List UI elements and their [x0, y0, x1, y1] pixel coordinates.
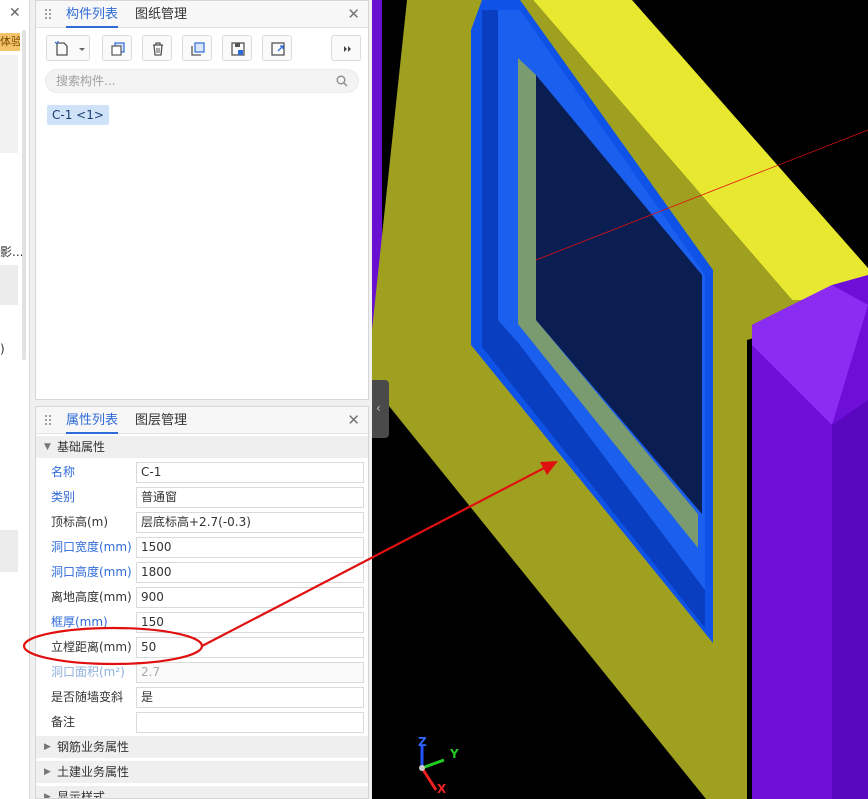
property-value-field[interactable]: 普通窗	[136, 487, 364, 508]
property-name: 备注	[51, 715, 76, 729]
component-toolbar	[46, 35, 361, 63]
property-row: 备注	[36, 710, 368, 735]
property-name: 类别	[51, 490, 76, 504]
3d-viewport[interactable]: Z Y X	[372, 0, 868, 799]
property-name: 顶标高(m)	[51, 515, 109, 529]
axis-z-label: Z	[418, 735, 427, 749]
trial-badge: 体验	[0, 33, 20, 51]
new-component-button[interactable]	[46, 35, 90, 61]
axis-x-label: X	[437, 782, 447, 796]
property-name: 名称	[51, 465, 76, 479]
property-value-field[interactable]: 1800	[136, 562, 364, 583]
duplicate-icon	[191, 42, 205, 56]
axis-y-label: Y	[450, 747, 459, 761]
left-list-item[interactable]	[0, 265, 18, 305]
property-name: 立樘距离(mm)	[51, 640, 132, 654]
chevron-down-icon	[79, 48, 85, 51]
truncated-label-2: )	[0, 342, 5, 356]
caret-right-icon: ▶	[44, 767, 51, 777]
tab-property-list[interactable]: 属性列表	[66, 407, 119, 434]
section-rebar-properties[interactable]: ▶ 钢筋业务属性	[36, 736, 368, 758]
property-value-field[interactable]: 1500	[136, 537, 364, 558]
property-panel-tabbar: 属性列表 图层管理 ✕	[36, 407, 368, 434]
delete-icon	[153, 42, 163, 56]
section-basic-properties[interactable]: ▼ 基础属性	[36, 436, 368, 458]
tab-layer-management[interactable]: 图层管理	[135, 407, 187, 434]
collapse-panel-button[interactable]: ‹	[372, 380, 389, 438]
property-row: 立樘距离(mm) 50	[36, 635, 368, 660]
property-panel-close-icon[interactable]: ✕	[347, 411, 360, 429]
caret-right-icon: ▶	[44, 742, 51, 752]
copy-button[interactable]	[102, 35, 132, 61]
property-row: 离地高度(mm) 900	[36, 585, 368, 610]
property-value-field[interactable]: 层底标高+2.7(-0.3)	[136, 512, 364, 533]
save-icon	[231, 42, 245, 56]
property-value-field[interactable]	[136, 712, 364, 733]
property-value-field[interactable]: 是	[136, 687, 364, 708]
export-icon	[271, 42, 285, 56]
property-name: 离地高度(mm)	[51, 590, 132, 604]
section-display-style[interactable]: ▶ 显示样式	[36, 786, 368, 799]
copy-icon	[111, 42, 125, 56]
drag-grip-icon[interactable]	[44, 414, 52, 427]
property-name: 洞口面积(m²)	[51, 665, 125, 679]
caret-down-icon: ▼	[44, 442, 51, 452]
section-label: 显示样式	[57, 790, 106, 799]
property-value-field[interactable]: 50	[136, 637, 364, 658]
section-label: 土建业务属性	[57, 765, 130, 779]
property-row: 是否随墙变斜 是	[36, 685, 368, 710]
property-name: 是否随墙变斜	[51, 690, 124, 704]
property-row: 洞口面积(m²) 2.7	[36, 660, 368, 685]
app-window: ✕ 体验 影... ) 构件列表 图纸管理 ✕ 搜索构件... C-1 <1> …	[0, 0, 868, 799]
component-search[interactable]	[45, 69, 359, 93]
property-value-field[interactable]: C-1	[136, 462, 364, 483]
tab-component-list[interactable]: 构件列表	[66, 1, 119, 28]
component-search-input[interactable]	[56, 73, 326, 89]
component-list-panel: 构件列表 图纸管理 ✕ 搜索构件... C-1 <1>	[35, 0, 369, 400]
drag-grip-icon[interactable]	[44, 8, 52, 21]
tab-drawing-management[interactable]: 图纸管理	[135, 1, 187, 28]
left-panel-close-icon[interactable]: ✕	[9, 5, 21, 21]
property-row: 框厚(mm) 150	[36, 610, 368, 635]
property-name: 洞口宽度(mm)	[51, 540, 132, 554]
property-row: 名称 C-1	[36, 460, 368, 485]
caret-right-icon: ▶	[44, 792, 51, 799]
chevron-left-icon: ‹	[376, 401, 381, 415]
section-civil-properties[interactable]: ▶ 土建业务属性	[36, 761, 368, 783]
search-icon[interactable]	[336, 75, 348, 87]
more-icon	[344, 46, 351, 52]
more-tools-button[interactable]	[331, 35, 361, 61]
left-list-area	[0, 55, 18, 153]
property-name: 洞口高度(mm)	[51, 565, 132, 579]
new-component-icon	[54, 41, 68, 56]
left-list-item[interactable]	[0, 530, 18, 572]
truncated-label: 影...	[0, 245, 24, 259]
section-label: 钢筋业务属性	[57, 740, 130, 754]
export-button[interactable]	[262, 35, 292, 61]
property-name: 框厚(mm)	[51, 615, 108, 629]
3d-scene	[372, 0, 868, 799]
property-row: 类别 普通窗	[36, 485, 368, 510]
property-row: 洞口高度(mm) 1800	[36, 560, 368, 585]
property-row: 顶标高(m) 层底标高+2.7(-0.3)	[36, 510, 368, 535]
save-button[interactable]	[222, 35, 252, 61]
left-scrollbar[interactable]	[22, 30, 26, 360]
duplicate-button[interactable]	[182, 35, 212, 61]
property-value-field[interactable]: 900	[136, 587, 364, 608]
left-side-panel: ✕ 体验 影... )	[0, 0, 30, 799]
property-list-panel: 属性列表 图层管理 ✕ ▼ 基础属性 名称 C-1 类别 普通窗 顶标高(m) …	[35, 406, 369, 799]
delete-button[interactable]	[142, 35, 172, 61]
section-label: 基础属性	[57, 440, 106, 454]
component-panel-close-icon[interactable]: ✕	[347, 5, 360, 23]
property-value-field[interactable]: 150	[136, 612, 364, 633]
component-panel-tabbar: 构件列表 图纸管理 ✕	[36, 1, 368, 28]
property-value-field: 2.7	[136, 662, 364, 683]
component-item-c1[interactable]: C-1 <1>	[47, 105, 109, 125]
property-row: 洞口宽度(mm) 1500	[36, 535, 368, 560]
